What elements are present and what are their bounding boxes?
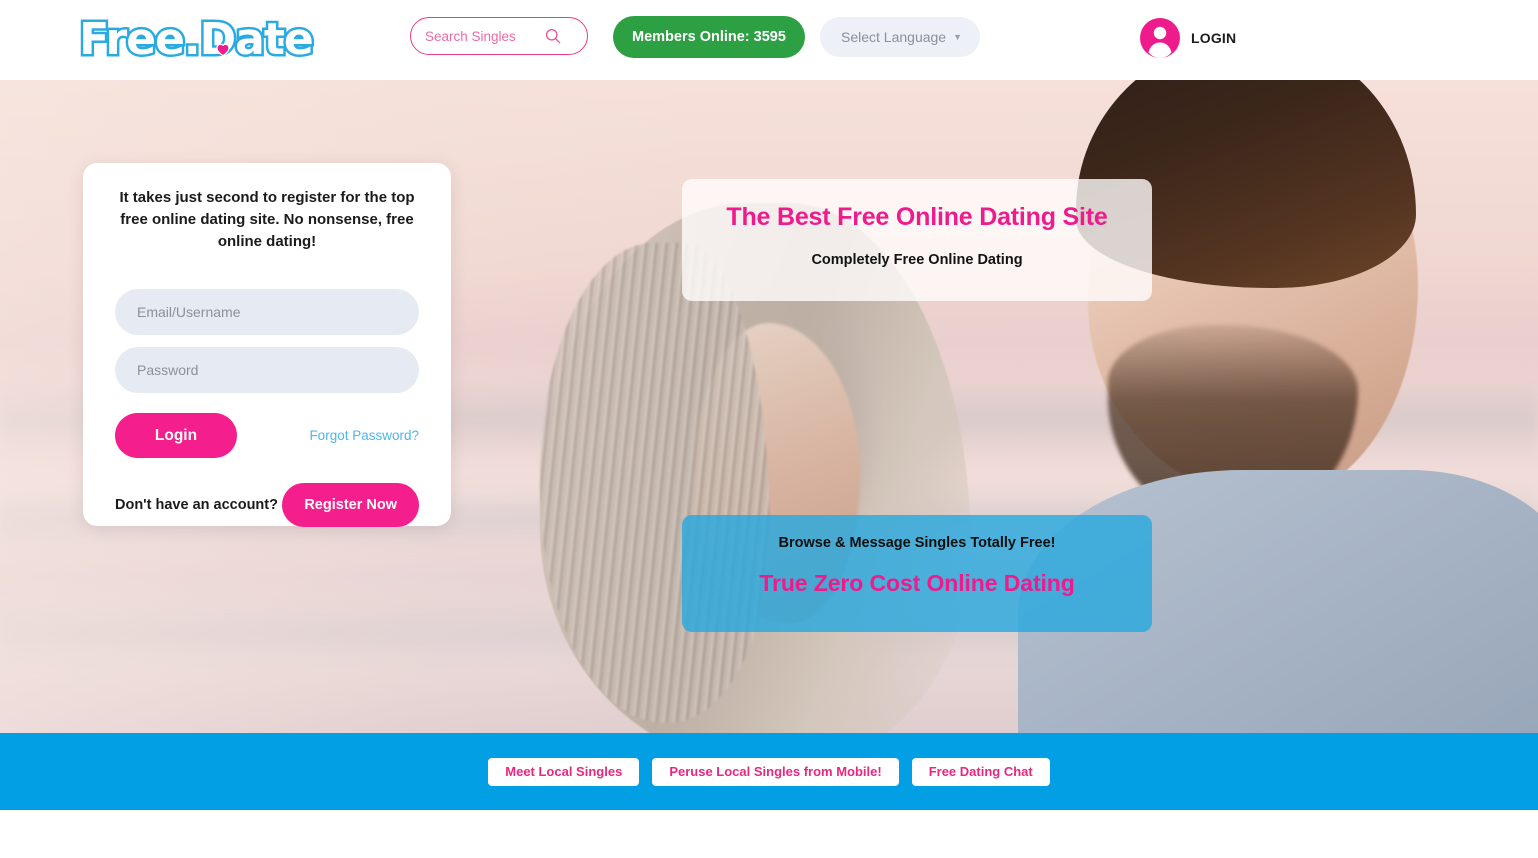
meet-local-singles-button[interactable]: Meet Local Singles xyxy=(488,757,640,786)
chevron-down-icon: ▼ xyxy=(953,31,962,42)
free-dating-chat-button[interactable]: Free Dating Chat xyxy=(911,757,1050,786)
members-online-button[interactable]: Members Online: 3595 xyxy=(613,16,805,58)
login-link[interactable]: LOGIN xyxy=(1140,18,1236,58)
password-field[interactable] xyxy=(115,347,419,393)
hero-bottom-panel: Browse & Message Singles Totally Free! T… xyxy=(682,515,1152,632)
register-now-button[interactable]: Register Now xyxy=(282,483,419,527)
hero-bottom-panel-title: True Zero Cost Online Dating xyxy=(759,570,1075,596)
search-box[interactable] xyxy=(410,17,588,55)
login-card: It takes just second to register for the… xyxy=(83,163,451,527)
bottom-link-bar: Meet Local Singles Peruse Local Singles … xyxy=(0,733,1538,810)
footer-area xyxy=(0,810,1538,858)
hero-top-panel-subtitle: Completely Free Online Dating xyxy=(811,252,1023,268)
language-select-label: Select Language xyxy=(841,29,947,45)
forgot-password-link[interactable]: Forgot Password? xyxy=(309,428,419,443)
login-label: LOGIN xyxy=(1191,30,1237,46)
logo-text: Free.Date xyxy=(77,14,316,65)
site-header: Free.Date Members Online: 3595 Select La… xyxy=(0,0,1538,80)
search-icon[interactable] xyxy=(543,26,563,46)
search-input[interactable] xyxy=(411,18,543,54)
login-button[interactable]: Login xyxy=(115,413,237,458)
peruse-local-singles-mobile-button[interactable]: Peruse Local Singles from Mobile! xyxy=(652,757,899,786)
user-avatar-icon xyxy=(1140,18,1180,58)
hero-top-panel: The Best Free Online Dating Site Complet… xyxy=(682,179,1152,301)
page-root: Free.Date Members Online: 3595 Select La… xyxy=(0,0,1538,858)
email-field[interactable] xyxy=(115,289,419,335)
login-actions-row: Login Forgot Password? xyxy=(115,413,419,458)
language-select[interactable]: Select Language ▼ xyxy=(820,17,980,57)
no-account-label: Don't have an account? xyxy=(115,497,278,513)
hero-bottom-panel-subtitle: Browse & Message Singles Totally Free! xyxy=(778,535,1056,551)
site-logo[interactable]: Free.Date xyxy=(74,12,318,68)
heart-icon xyxy=(216,43,230,57)
hero-top-panel-title: The Best Free Online Dating Site xyxy=(726,203,1108,231)
register-row: Don't have an account? Register Now xyxy=(115,483,419,527)
login-card-headline: It takes just second to register for the… xyxy=(119,189,415,250)
